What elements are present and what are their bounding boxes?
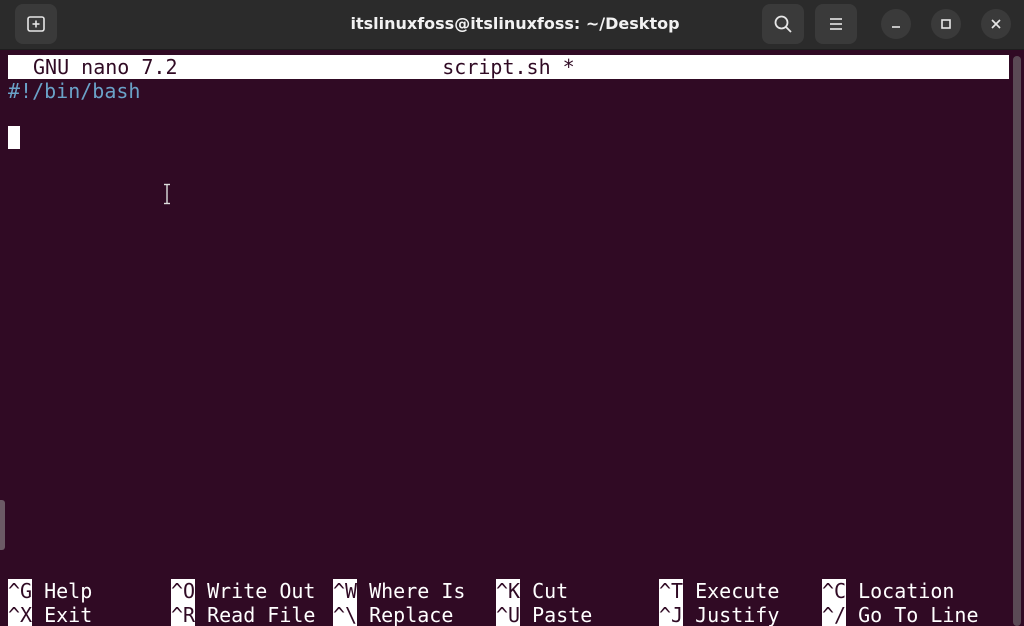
shortcut-label: Go To Line — [858, 603, 979, 626]
shortcut-label: Read File — [207, 603, 316, 626]
shortcut-where-is[interactable]: ^W Where Is — [333, 579, 465, 603]
shortcut-label: Execute — [695, 579, 780, 603]
ibeam-cursor-icon — [164, 183, 170, 205]
shortcut-key: ^/ — [822, 603, 847, 626]
nano-version: GNU nano 7.2 — [33, 55, 178, 79]
window-title: itslinuxfoss@itslinuxfoss: ~/Desktop — [350, 14, 680, 33]
shortcut-label: Justify — [695, 603, 780, 626]
shortcut-label: Location — [858, 579, 955, 603]
shortcut-label: Cut — [532, 579, 569, 603]
nano-header: script.sh * GNU nano 7.2 — [8, 55, 1009, 79]
shortcut-key: ^K — [496, 579, 521, 603]
text-cursor — [8, 126, 20, 149]
shortcut-label: Help — [44, 579, 93, 603]
shortcut-go-to-line[interactable]: ^/ Go To Line — [822, 603, 979, 626]
shortcut-label: Replace — [369, 603, 454, 626]
shortcut-location[interactable]: ^C Location — [822, 579, 954, 603]
close-icon — [991, 19, 1001, 29]
minimize-icon — [892, 26, 900, 28]
hamburger-menu-icon — [830, 18, 842, 30]
new-tab-button[interactable] — [15, 4, 57, 44]
shortcut-key: ^O — [171, 579, 196, 603]
shortcut-label: Write Out — [207, 579, 316, 603]
new-tab-icon — [27, 16, 45, 32]
scrollbar[interactable] — [1013, 56, 1021, 626]
shortcut-label: Exit — [44, 603, 93, 626]
shortcut-key: ^J — [659, 603, 684, 626]
shortcut-replace[interactable]: ^\ Replace — [333, 603, 453, 626]
shortcut-execute[interactable]: ^T Execute — [659, 579, 779, 603]
shortcut-label: Where Is — [369, 579, 466, 603]
shortcut-key: ^G — [8, 579, 33, 603]
shortcut-label: Paste — [532, 603, 593, 626]
search-button[interactable] — [762, 4, 804, 44]
shortcut-key: ^C — [822, 579, 847, 603]
shortcut-exit[interactable]: ^X Exit — [8, 603, 92, 626]
terminal-area[interactable]: script.sh * GNU nano 7.2 #!/bin/bash ^G H… — [0, 50, 1024, 626]
shortcut-cut[interactable]: ^K Cut — [496, 579, 568, 603]
shortcut-key: ^\ — [333, 603, 358, 626]
resize-handle[interactable] — [0, 500, 5, 550]
editor-line-1[interactable]: #!/bin/bash — [8, 79, 140, 103]
search-icon — [774, 15, 792, 33]
maximize-button[interactable] — [931, 9, 961, 39]
minimize-button[interactable] — [881, 9, 911, 39]
shortcut-key: ^T — [659, 579, 684, 603]
window-titlebar: itslinuxfoss@itslinuxfoss: ~/Desktop — [0, 0, 1024, 50]
shortcut-write-out[interactable]: ^O Write Out — [171, 579, 315, 603]
shortcut-read-file[interactable]: ^R Read File — [171, 603, 315, 626]
shortcut-key: ^U — [496, 603, 521, 626]
shortcut-help[interactable]: ^G Help — [8, 579, 92, 603]
shortcut-key: ^X — [8, 603, 33, 626]
shortcut-key: ^R — [171, 603, 196, 626]
close-button[interactable] — [981, 9, 1011, 39]
menu-button[interactable] — [815, 4, 857, 44]
shortcut-justify[interactable]: ^J Justify — [659, 603, 779, 626]
shortcut-key: ^W — [333, 579, 358, 603]
shortcut-paste[interactable]: ^U Paste — [496, 603, 592, 626]
maximize-icon — [941, 19, 951, 29]
